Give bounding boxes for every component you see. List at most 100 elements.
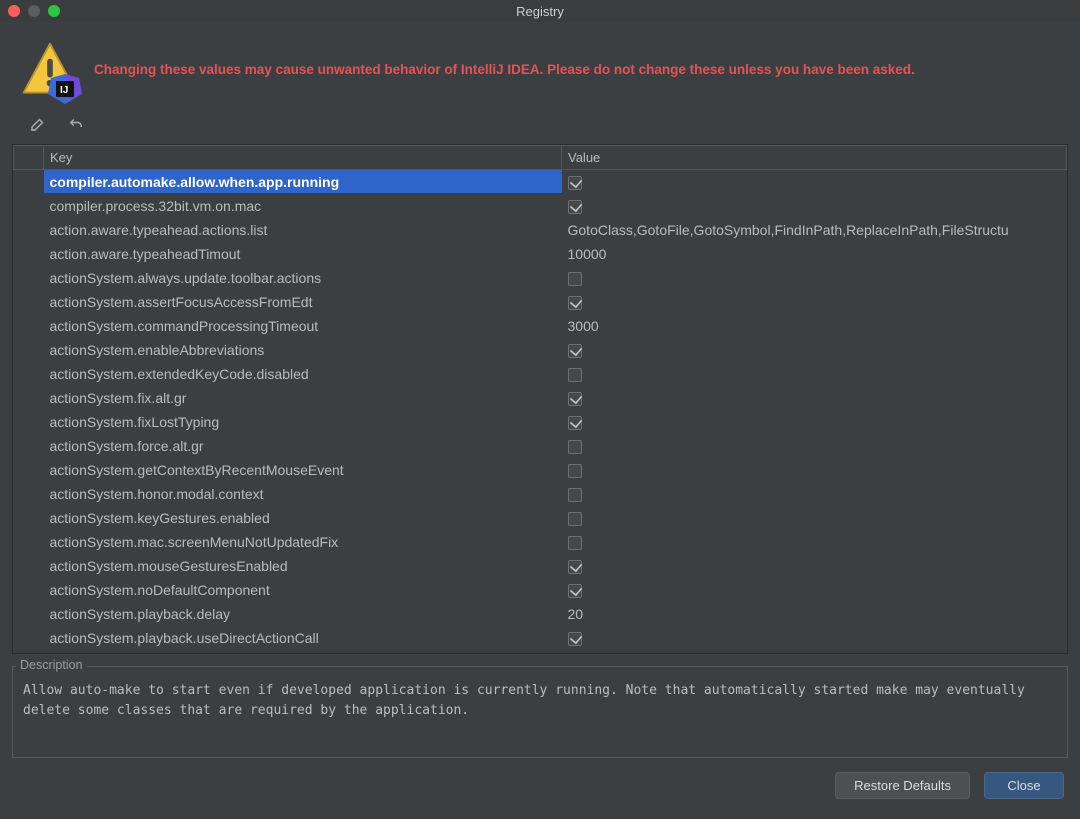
registry-value[interactable]: GotoClass,GotoFile,GotoSymbol,FindInPath… — [562, 218, 1067, 242]
checkbox[interactable] — [568, 560, 582, 574]
table-row[interactable]: actionSystem.assertFocusAccessFromEdt — [14, 290, 1067, 314]
registry-key[interactable]: actionSystem.fix.alt.gr — [44, 386, 562, 410]
checkbox[interactable] — [568, 344, 582, 358]
registry-value[interactable] — [562, 482, 1067, 506]
edit-icon[interactable] — [28, 114, 48, 134]
description-label: Description — [16, 658, 87, 672]
checkbox[interactable] — [568, 464, 582, 478]
table-row[interactable]: actionSystem.enableAbbreviations — [14, 338, 1067, 362]
table-row[interactable]: action.aware.typeaheadTimout10000 — [14, 242, 1067, 266]
row-gutter — [14, 602, 44, 626]
row-gutter — [14, 266, 44, 290]
registry-value[interactable] — [562, 458, 1067, 482]
window-maximize-icon[interactable] — [48, 5, 60, 17]
close-button[interactable]: Close — [984, 772, 1064, 799]
checkbox[interactable] — [568, 512, 582, 526]
registry-value[interactable]: 20 — [562, 602, 1067, 626]
table-row[interactable]: actionSystem.honor.modal.context — [14, 482, 1067, 506]
registry-key[interactable]: actionSystem.mouseGesturesEnabled — [44, 554, 562, 578]
row-gutter — [14, 242, 44, 266]
titlebar: Registry — [0, 0, 1080, 22]
registry-value[interactable] — [562, 338, 1067, 362]
window-minimize-icon[interactable] — [28, 5, 40, 17]
registry-key[interactable]: actionSystem.fixLostTyping — [44, 410, 562, 434]
checkbox[interactable] — [568, 536, 582, 550]
button-bar: Restore Defaults Close — [0, 758, 1080, 799]
registry-key[interactable]: actionSystem.honor.modal.context — [44, 482, 562, 506]
registry-key[interactable]: actionSystem.keyGestures.enabled — [44, 506, 562, 530]
registry-value[interactable] — [562, 530, 1067, 554]
table-row[interactable]: actionSystem.getContextByRecentMouseEven… — [14, 458, 1067, 482]
table-row[interactable]: actionSystem.mac.screenMenuNotUpdatedFix — [14, 530, 1067, 554]
checkbox[interactable] — [568, 416, 582, 430]
intellij-badge-icon: IJ — [48, 74, 82, 104]
checkbox[interactable] — [568, 392, 582, 406]
registry-value[interactable] — [562, 626, 1067, 650]
registry-value[interactable]: 10000 — [562, 242, 1067, 266]
table-row[interactable]: actionSystem.commandProcessingTimeout300… — [14, 314, 1067, 338]
registry-value[interactable] — [562, 290, 1067, 314]
registry-key[interactable]: actionSystem.always.update.toolbar.actio… — [44, 266, 562, 290]
registry-key[interactable]: actionSystem.force.alt.gr — [44, 434, 562, 458]
registry-key[interactable]: actionSystem.enableAbbreviations — [44, 338, 562, 362]
table-row[interactable]: actionSystem.extendedKeyCode.disabled — [14, 362, 1067, 386]
registry-key[interactable]: actionSystem.getContextByRecentMouseEven… — [44, 458, 562, 482]
checkbox[interactable] — [568, 584, 582, 598]
table-row[interactable]: action.aware.typeahead.actions.listGotoC… — [14, 218, 1067, 242]
registry-key[interactable]: actionSystem.assertFocusAccessFromEdt — [44, 290, 562, 314]
table-row[interactable]: actionSystem.always.update.toolbar.actio… — [14, 266, 1067, 290]
checkbox[interactable] — [568, 368, 582, 382]
table-row[interactable]: compiler.automake.allow.when.app.running — [14, 170, 1067, 194]
header-key[interactable]: Key — [44, 146, 562, 170]
registry-value[interactable] — [562, 554, 1067, 578]
checkbox[interactable] — [568, 296, 582, 310]
registry-table[interactable]: Key Value compiler.automake.allow.when.a… — [13, 145, 1067, 650]
registry-key[interactable]: actionSystem.mac.screenMenuNotUpdatedFix — [44, 530, 562, 554]
registry-value[interactable] — [562, 362, 1067, 386]
registry-value[interactable] — [562, 410, 1067, 434]
checkbox[interactable] — [568, 200, 582, 214]
toolbar — [0, 110, 1080, 142]
table-row[interactable]: actionSystem.fixLostTyping — [14, 410, 1067, 434]
registry-value[interactable] — [562, 194, 1067, 218]
registry-value[interactable] — [562, 578, 1067, 602]
row-gutter — [14, 482, 44, 506]
table-row[interactable]: actionSystem.fix.alt.gr — [14, 386, 1067, 410]
window-close-icon[interactable] — [8, 5, 20, 17]
registry-key[interactable]: action.aware.typeahead.actions.list — [44, 218, 562, 242]
checkbox[interactable] — [568, 488, 582, 502]
table-row[interactable]: actionSystem.keyGestures.enabled — [14, 506, 1067, 530]
registry-key[interactable]: compiler.automake.allow.when.app.running — [44, 170, 562, 194]
table-row[interactable]: actionSystem.mouseGesturesEnabled — [14, 554, 1067, 578]
registry-key[interactable]: actionSystem.commandProcessingTimeout — [44, 314, 562, 338]
warning-text: Changing these values may cause unwanted… — [94, 61, 915, 79]
row-gutter — [14, 314, 44, 338]
registry-key[interactable]: actionSystem.playback.useDirectActionCal… — [44, 626, 562, 650]
row-gutter — [14, 218, 44, 242]
registry-key[interactable]: actionSystem.noDefaultComponent — [44, 578, 562, 602]
header-value[interactable]: Value — [562, 146, 1067, 170]
registry-value[interactable]: 3000 — [562, 314, 1067, 338]
checkbox[interactable] — [568, 440, 582, 454]
description-text: Allow auto-make to start even if develop… — [12, 666, 1068, 758]
registry-key[interactable]: actionSystem.playback.delay — [44, 602, 562, 626]
registry-value[interactable] — [562, 170, 1067, 194]
registry-value[interactable] — [562, 506, 1067, 530]
registry-key[interactable]: action.aware.typeaheadTimout — [44, 242, 562, 266]
table-row[interactable]: actionSystem.noDefaultComponent — [14, 578, 1067, 602]
checkbox[interactable] — [568, 272, 582, 286]
table-header-row: Key Value — [14, 146, 1067, 170]
registry-value[interactable] — [562, 266, 1067, 290]
registry-value[interactable] — [562, 434, 1067, 458]
restore-defaults-button[interactable]: Restore Defaults — [835, 772, 970, 799]
table-row[interactable]: actionSystem.playback.useDirectActionCal… — [14, 626, 1067, 650]
table-row[interactable]: compiler.process.32bit.vm.on.mac — [14, 194, 1067, 218]
table-row[interactable]: actionSystem.playback.delay20 — [14, 602, 1067, 626]
registry-value[interactable] — [562, 386, 1067, 410]
registry-key[interactable]: actionSystem.extendedKeyCode.disabled — [44, 362, 562, 386]
registry-key[interactable]: compiler.process.32bit.vm.on.mac — [44, 194, 562, 218]
table-row[interactable]: actionSystem.force.alt.gr — [14, 434, 1067, 458]
checkbox[interactable] — [568, 632, 582, 646]
revert-icon[interactable] — [66, 114, 86, 134]
checkbox[interactable] — [568, 176, 582, 190]
